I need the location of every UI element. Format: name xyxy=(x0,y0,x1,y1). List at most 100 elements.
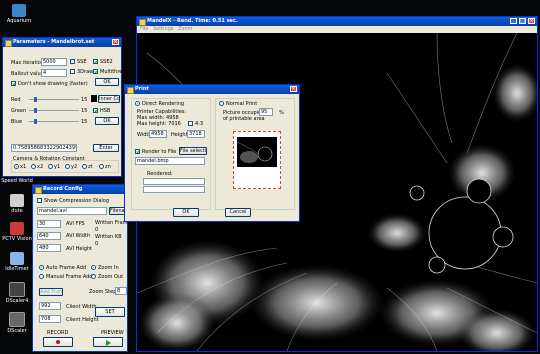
sse2-checkbox[interactable] xyxy=(93,59,98,64)
radio-y2[interactable] xyxy=(65,164,70,169)
client-width-input[interactable]: 992 xyxy=(39,302,61,310)
minimize-icon[interactable]: _ xyxy=(510,18,517,24)
direct-rendering-radio[interactable] xyxy=(135,101,140,106)
dscaler-icon xyxy=(9,282,25,297)
camera-radio-group: x1 x2 y1 y2 zt zn xyxy=(11,160,119,173)
blue-slider[interactable] xyxy=(29,119,79,124)
params-title-bar[interactable]: Parameters - Mandelbrot.set × xyxy=(3,38,121,47)
sse-label: SSE xyxy=(77,59,87,65)
app-icon xyxy=(35,187,42,194)
menu-bar: File Settings Zoom xyxy=(137,26,537,33)
green-slider[interactable] xyxy=(29,108,79,113)
zoom-in-radio[interactable] xyxy=(91,265,96,270)
tv-icon xyxy=(10,222,24,235)
print-height-input[interactable]: 3718 xyxy=(187,130,205,138)
rendered-label: Rendered: xyxy=(147,171,173,177)
render-file-input[interactable]: mandel.bmp xyxy=(135,157,205,165)
radio-zn[interactable] xyxy=(99,164,104,169)
desktop-icon-aquarium[interactable]: Aquarium xyxy=(2,4,36,24)
zoom-steps-value: 8 xyxy=(117,288,121,294)
radio-zt[interactable] xyxy=(82,164,87,169)
zoom-steps-select[interactable]: 8 xyxy=(115,287,127,295)
3draw-checkbox[interactable] xyxy=(70,69,75,74)
add-frame-button[interactable]: Add Frame xyxy=(39,288,63,296)
dscaler-icon xyxy=(9,312,25,327)
file-selection-button[interactable]: File selection xyxy=(179,147,207,155)
desktop-icon-dscaler[interactable]: DScaler xyxy=(0,312,34,334)
bailout-label: Bailout value xyxy=(11,71,44,77)
menu-file[interactable]: File xyxy=(140,26,148,32)
radio-zn-label: zn xyxy=(105,164,111,170)
red-slider[interactable] xyxy=(29,97,79,102)
record-button[interactable] xyxy=(43,337,73,347)
sse-checkbox[interactable] xyxy=(70,59,75,64)
radio-x2[interactable] xyxy=(31,164,36,169)
record-title-bar[interactable]: Record Config xyxy=(33,185,127,194)
window-title: MandelX - Rend. Time: 0.51 sec. xyxy=(147,18,238,24)
bailout-input[interactable]: 4 xyxy=(41,69,67,77)
percent-input[interactable]: 95 xyxy=(259,108,273,116)
radio-x1[interactable] xyxy=(14,164,19,169)
auto-frame-radio[interactable] xyxy=(39,265,44,270)
aspect-4-3-checkbox[interactable] xyxy=(188,121,193,126)
filename-input[interactable]: mandel.avi xyxy=(37,207,107,215)
max-iteration-input[interactable]: 5000 xyxy=(41,58,67,66)
multithread-checkbox[interactable] xyxy=(93,69,98,74)
desktop-icon-label: dute xyxy=(11,208,23,214)
avi-width-label: AVI Width xyxy=(66,233,91,239)
normal-print-label: Normal Print xyxy=(226,101,258,107)
radio-y1[interactable] xyxy=(48,164,53,169)
menu-zoom[interactable]: Zoom xyxy=(178,26,192,32)
desktop-icon-dute[interactable]: dute xyxy=(0,194,34,214)
render-to-file-label: Render to File xyxy=(142,149,177,155)
preview-label: PREVIEW xyxy=(101,330,124,336)
window-title: Parameters - Mandelbrot.set xyxy=(13,39,95,45)
desktop-icon-dscaler4[interactable]: DScaler4 xyxy=(0,282,34,304)
normal-print-radio[interactable] xyxy=(219,101,224,106)
zoom-out-radio[interactable] xyxy=(91,274,96,279)
params-ok2-button[interactable]: OK xyxy=(95,117,119,125)
maximize-icon[interactable]: □ xyxy=(519,18,526,24)
desktop-icon-label: DScaler xyxy=(7,328,27,334)
hsb-checkbox[interactable] xyxy=(93,108,98,113)
fps-input[interactable]: 30 xyxy=(37,220,61,228)
print-dialog: Print × Direct Rendering Printer Capabil… xyxy=(124,84,300,222)
params-ok-button[interactable]: OK xyxy=(95,78,119,86)
dont-show-drawing-checkbox[interactable] xyxy=(11,81,16,86)
print-title-bar[interactable]: Print × xyxy=(125,85,299,94)
desktop-icon-idletimer[interactable]: IdleTimer xyxy=(0,252,34,272)
render-to-file-checkbox[interactable] xyxy=(135,149,140,154)
direct-rendering-label: Direct Rendering xyxy=(142,101,185,107)
written-kb-value: 0 xyxy=(95,241,99,247)
avi-width-input[interactable]: 640 xyxy=(37,232,61,240)
close-icon[interactable]: × xyxy=(528,18,535,24)
client-height-input[interactable]: 708 xyxy=(39,315,61,323)
blue-label: Blue xyxy=(11,119,23,125)
manual-frame-label: Manual Frame Add xyxy=(46,274,93,280)
mandel-title-bar[interactable]: MandelX - Rend. Time: 0.51 sec. _ □ × xyxy=(137,17,537,26)
desktop-icon-pctv-vision[interactable]: PCTV Vision xyxy=(0,222,34,242)
aspect-label: 4:3 xyxy=(195,121,204,127)
set-button[interactable]: SET xyxy=(95,307,125,317)
enter-button[interactable]: Enter xyxy=(93,144,119,152)
close-icon[interactable]: × xyxy=(112,39,119,45)
desktop-icon-label: Aquarium xyxy=(6,18,32,24)
manual-frame-radio[interactable] xyxy=(39,274,44,279)
print-ok-button[interactable]: OK xyxy=(173,208,199,217)
record-dot-icon xyxy=(56,340,60,344)
desktop-icon-label: IdleTimer xyxy=(5,266,29,272)
coordinate-input[interactable]: 0.7589586833229024399 xyxy=(11,144,77,152)
show-compression-checkbox[interactable] xyxy=(37,198,42,203)
close-icon[interactable]: × xyxy=(290,86,297,92)
avi-height-input[interactable]: 480 xyxy=(37,244,61,252)
print-cancel-button[interactable]: Cancel xyxy=(225,208,251,217)
radio-x2-label: x2 xyxy=(37,164,44,170)
print-width-input[interactable]: 4958 xyxy=(149,130,167,138)
green-value: 15 xyxy=(81,108,88,114)
radio-y1-label: y1 xyxy=(54,164,61,170)
preview-button[interactable] xyxy=(93,337,123,347)
inner-col-button[interactable]: Inner Col. xyxy=(98,95,120,103)
avi-height-label: AVI Height xyxy=(66,246,93,252)
menu-settings[interactable]: Settings xyxy=(153,26,174,32)
sse2-label: SSE2 xyxy=(100,59,113,65)
